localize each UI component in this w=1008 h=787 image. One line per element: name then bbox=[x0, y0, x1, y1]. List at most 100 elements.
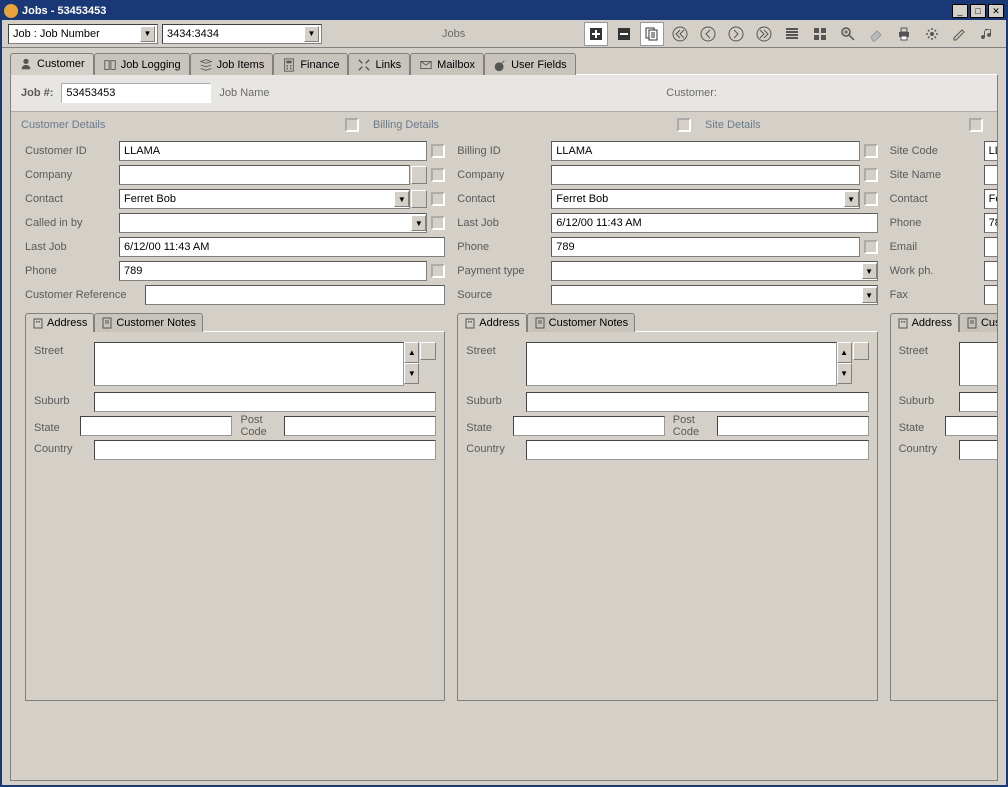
next-button[interactable] bbox=[724, 22, 748, 46]
maximize-button[interactable]: □ bbox=[970, 4, 986, 18]
tab-links[interactable]: Links bbox=[348, 53, 410, 75]
add-button[interactable] bbox=[584, 22, 608, 46]
music-button[interactable] bbox=[976, 22, 1000, 46]
edit-button[interactable] bbox=[948, 22, 972, 46]
search-value-combo[interactable]: 3434:3434 ▼ bbox=[162, 24, 322, 44]
subtab-customer-notes[interactable]: Customer Notes bbox=[959, 313, 998, 332]
tab-user-fields[interactable]: User Fields bbox=[484, 53, 576, 75]
billing-suburb-input[interactable] bbox=[526, 392, 868, 412]
site-country-input[interactable] bbox=[959, 440, 998, 460]
billing-phone-check[interactable] bbox=[864, 240, 878, 254]
close-button[interactable]: ✕ bbox=[988, 4, 1004, 18]
contact-check[interactable] bbox=[431, 192, 445, 206]
company-input[interactable] bbox=[119, 165, 410, 185]
payment-type-combo[interactable]: ▼ bbox=[551, 261, 877, 281]
called-in-by-combo[interactable]: ▼ bbox=[119, 213, 427, 233]
tab-mailbox[interactable]: Mailbox bbox=[410, 53, 484, 75]
site-fax-input[interactable] bbox=[984, 285, 998, 305]
erase-button[interactable] bbox=[864, 22, 888, 46]
street-lookup[interactable] bbox=[420, 342, 436, 360]
country-input[interactable] bbox=[94, 440, 436, 460]
main-toolbar: Job : Job Number ▼ 3434:3434 ▼ Jobs bbox=[2, 20, 1006, 48]
customer-id-check[interactable] bbox=[431, 144, 445, 158]
tab-job-items[interactable]: Job Items bbox=[190, 53, 274, 75]
billing-id-input[interactable] bbox=[551, 141, 859, 161]
street-up[interactable]: ▲ bbox=[404, 342, 419, 363]
last-job-input[interactable] bbox=[119, 237, 445, 257]
site-contact-combo[interactable]: Ferret Bob▼ bbox=[984, 189, 998, 209]
billing-postcode-input[interactable] bbox=[717, 416, 869, 436]
subtab-customer-notes[interactable]: Customer Notes bbox=[94, 313, 202, 332]
phone-input[interactable] bbox=[119, 261, 427, 281]
label-customer-id: Customer ID bbox=[25, 145, 119, 157]
job-name-label: Job Name bbox=[219, 87, 269, 99]
street-down[interactable]: ▼ bbox=[404, 363, 419, 384]
tab-customer[interactable]: Customer bbox=[10, 53, 94, 75]
phone-check[interactable] bbox=[431, 264, 445, 278]
billing-street-lookup[interactable] bbox=[853, 342, 869, 360]
tab-job-logging[interactable]: Job Logging bbox=[94, 53, 190, 75]
label-country: Country bbox=[466, 440, 526, 455]
label-phone: Phone bbox=[457, 241, 551, 253]
billing-details-check[interactable] bbox=[677, 118, 691, 132]
billing-country-input[interactable] bbox=[526, 440, 868, 460]
minimize-button[interactable]: _ bbox=[952, 4, 968, 18]
tab-finance[interactable]: Finance bbox=[273, 53, 348, 75]
tab-label: Job Logging bbox=[121, 59, 181, 71]
settings-button[interactable] bbox=[920, 22, 944, 46]
billing-state-input[interactable] bbox=[513, 416, 665, 436]
source-combo[interactable]: ▼ bbox=[551, 285, 877, 305]
subtab-customer-notes[interactable]: Customer Notes bbox=[527, 313, 635, 332]
suburb-input[interactable] bbox=[94, 392, 436, 412]
billing-company-input[interactable] bbox=[551, 165, 859, 185]
billing-id-check[interactable] bbox=[864, 144, 878, 158]
search-field-combo[interactable]: Job : Job Number ▼ bbox=[8, 24, 158, 44]
customer-details-check[interactable] bbox=[345, 118, 359, 132]
site-email-input[interactable] bbox=[984, 237, 998, 257]
postcode-input[interactable] bbox=[284, 416, 436, 436]
site-state-input[interactable] bbox=[945, 416, 998, 436]
state-input[interactable] bbox=[80, 416, 232, 436]
street-input[interactable] bbox=[94, 342, 404, 386]
site-code-input[interactable] bbox=[984, 141, 998, 161]
list-view-button[interactable] bbox=[780, 22, 804, 46]
contact-lookup[interactable] bbox=[411, 190, 427, 208]
customer-details-label: Customer Details bbox=[21, 119, 341, 131]
company-check[interactable] bbox=[431, 168, 445, 182]
subtab-address[interactable]: Address bbox=[457, 313, 526, 332]
company-lookup[interactable] bbox=[411, 166, 427, 184]
site-street-input[interactable] bbox=[959, 342, 998, 386]
contact-combo[interactable]: Ferret Bob▼ bbox=[119, 189, 410, 209]
called-in-by-check[interactable] bbox=[431, 216, 445, 230]
print-button[interactable] bbox=[892, 22, 916, 46]
label-email: Email bbox=[890, 241, 984, 253]
billing-contact-combo[interactable]: Ferret Bob▼ bbox=[551, 189, 859, 209]
job-number-input[interactable] bbox=[61, 83, 211, 103]
billing-last-job-input[interactable] bbox=[551, 213, 877, 233]
customer-id-input[interactable] bbox=[119, 141, 427, 161]
prev-button[interactable] bbox=[696, 22, 720, 46]
subtab-address[interactable]: Address bbox=[890, 313, 959, 332]
billing-phone-input[interactable] bbox=[551, 237, 859, 257]
remove-button[interactable] bbox=[612, 22, 636, 46]
grid-view-button[interactable] bbox=[808, 22, 832, 46]
billing-contact-check[interactable] bbox=[864, 192, 878, 206]
site-details-check[interactable] bbox=[969, 118, 983, 132]
site-name-input[interactable] bbox=[984, 165, 998, 185]
street-down[interactable]: ▼ bbox=[837, 363, 852, 384]
site-suburb-input[interactable] bbox=[959, 392, 998, 412]
zoom-button[interactable] bbox=[836, 22, 860, 46]
label-payment-type: Payment type bbox=[457, 265, 551, 277]
last-button[interactable] bbox=[752, 22, 776, 46]
site-workph-input[interactable] bbox=[984, 261, 998, 281]
cust-ref-input[interactable] bbox=[145, 285, 445, 305]
billing-street-input[interactable] bbox=[526, 342, 836, 386]
street-up[interactable]: ▲ bbox=[837, 342, 852, 363]
first-button[interactable] bbox=[668, 22, 692, 46]
site-phone-input[interactable] bbox=[984, 213, 998, 233]
copy-button[interactable] bbox=[640, 22, 664, 46]
billing-company-check[interactable] bbox=[864, 168, 878, 182]
subtab-address[interactable]: Address bbox=[25, 313, 94, 332]
label-contact: Contact bbox=[890, 193, 984, 205]
billing-address-panel: Street▲▼ Suburb StatePost Code Country bbox=[457, 331, 877, 701]
